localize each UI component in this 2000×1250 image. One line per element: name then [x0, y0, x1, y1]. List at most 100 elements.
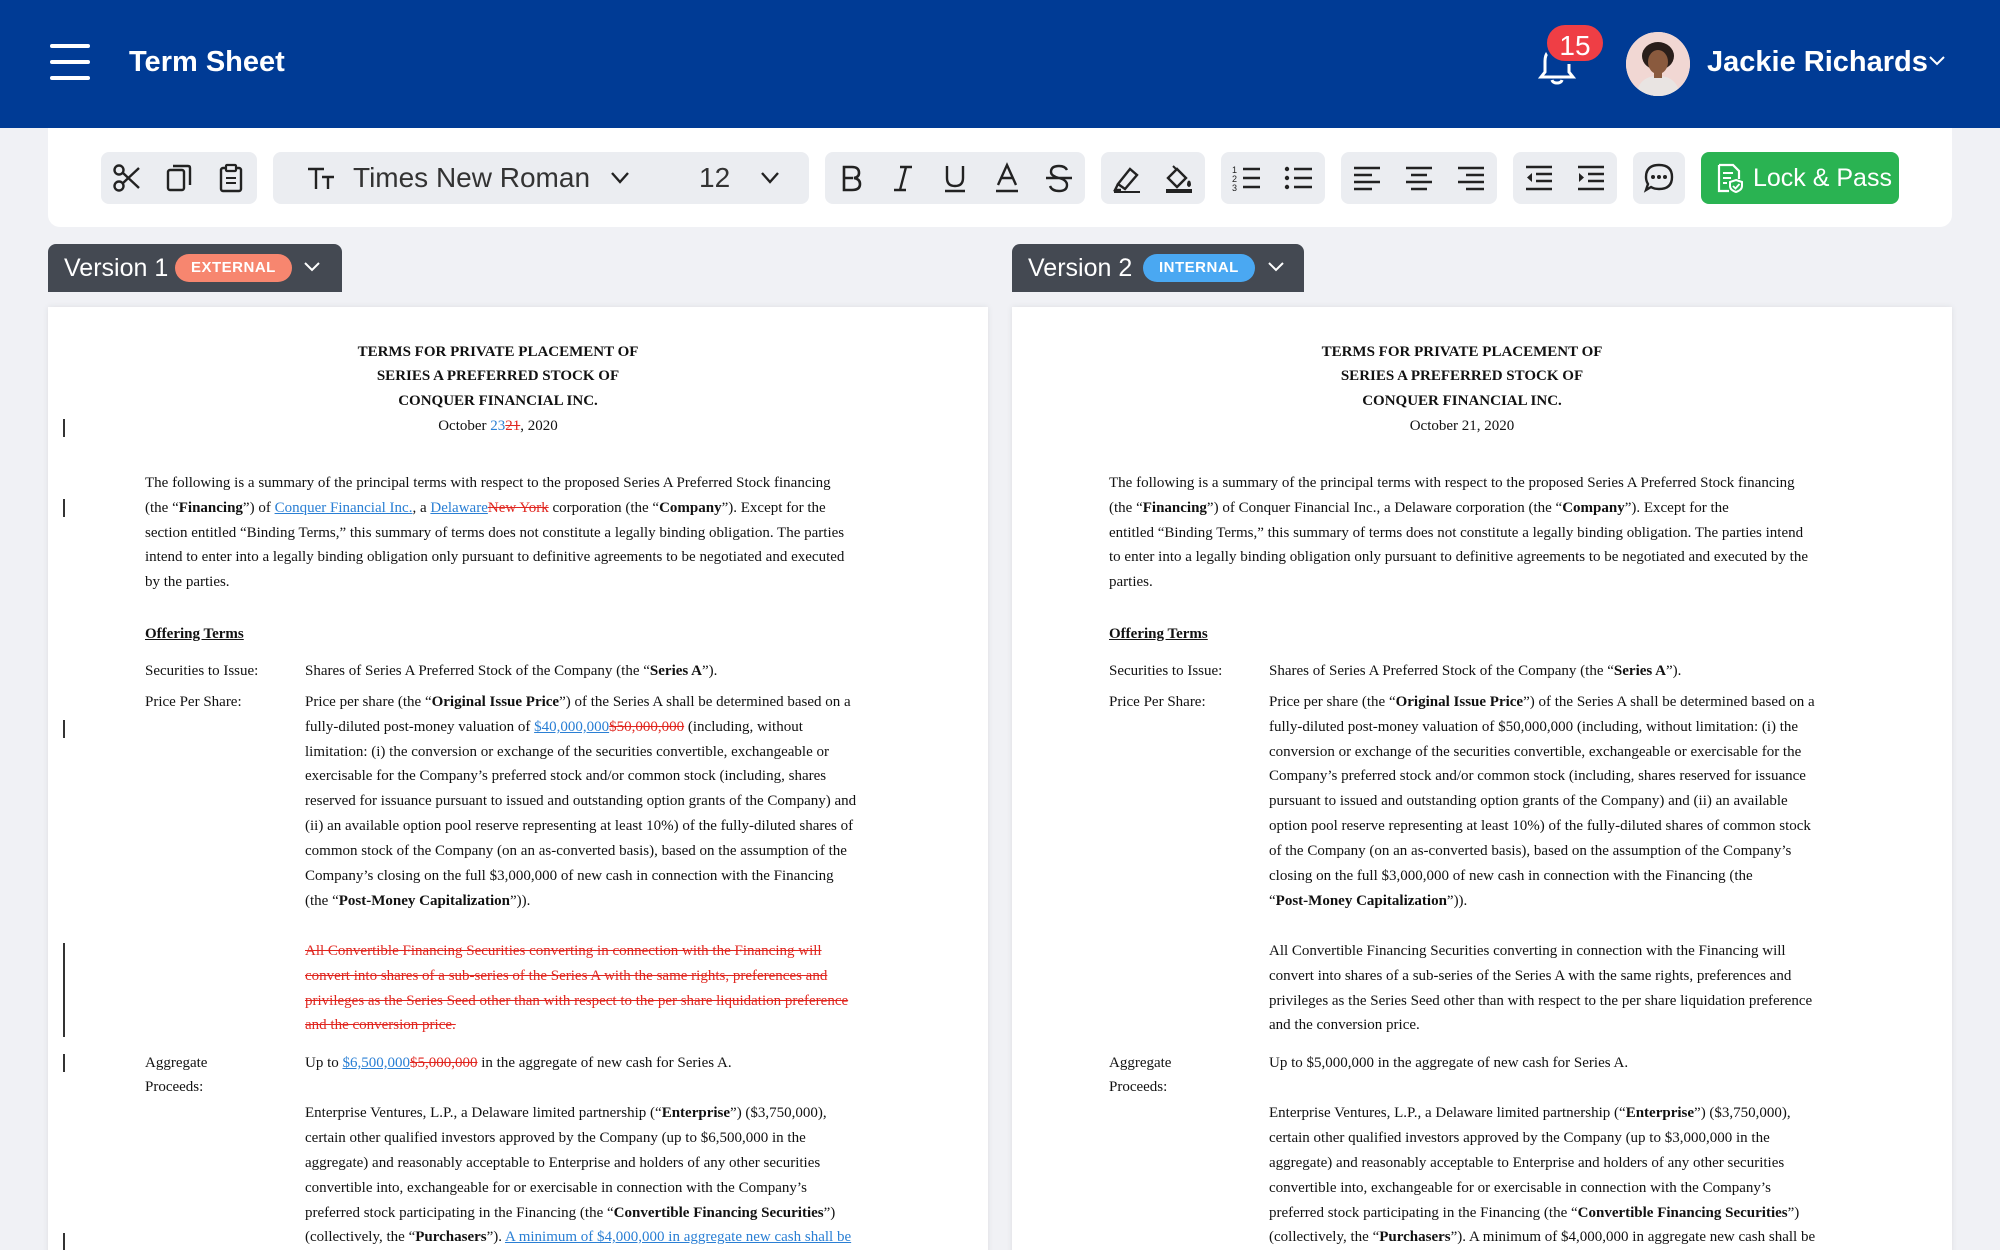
font-group: Times New Roman 12: [273, 152, 809, 204]
doc-date: October 2321, 2020: [438, 418, 558, 434]
change-bar: [63, 1054, 65, 1072]
scissors-icon[interactable]: [101, 152, 153, 204]
change-bar: [63, 499, 65, 517]
term-label: Securities to Issue:: [1109, 663, 1223, 679]
copy-icon[interactable]: [153, 152, 205, 204]
menu-icon[interactable]: [50, 44, 90, 80]
term-value: option pool reserve representing at leas…: [1269, 818, 1811, 834]
term-value: privileges as the Series Seed other than…: [1269, 993, 1813, 1009]
font-size-select[interactable]: 12: [699, 152, 730, 204]
term-value: “Post-Money Capitalization”)).: [1269, 893, 1468, 909]
paragraph-line: parties.: [1109, 574, 1153, 590]
bold-icon[interactable]: [825, 152, 877, 204]
lock-and-pass-button[interactable]: Lock & Pass: [1701, 152, 1899, 204]
bullet-list-icon[interactable]: [1273, 152, 1325, 204]
numbered-list-icon[interactable]: 123: [1221, 152, 1273, 204]
align-center-icon[interactable]: [1393, 152, 1445, 204]
chevron-down-icon[interactable]: [1267, 261, 1285, 273]
term-value: of the Company (on an as-converted basis…: [1269, 843, 1792, 859]
font-family-select[interactable]: Times New Roman: [353, 152, 590, 204]
term-value: fully-diluted post-money valuation of $5…: [1269, 719, 1799, 735]
user-name[interactable]: Jackie Richards: [1707, 46, 1928, 79]
term-label: Aggregate: [145, 1055, 208, 1071]
svg-text:3: 3: [1232, 183, 1237, 193]
comment-icon[interactable]: [1633, 152, 1685, 204]
version-1-tab[interactable]: Version 1 EXTERNAL: [48, 244, 342, 292]
change-bar: [63, 943, 65, 1037]
term-value: (ii) an available option pool reserve re…: [305, 818, 854, 834]
paragraph-line: (the “Financing”) of Conquer Financial I…: [1109, 500, 1729, 516]
term-value: Price per share (the “Original Issue Pri…: [305, 694, 851, 710]
term-value: and the conversion price.: [1269, 1017, 1420, 1033]
chevron-down-icon[interactable]: [303, 261, 321, 273]
document-version-2[interactable]: TERMS FOR PRIVATE PLACEMENT OF SERIES A …: [1012, 307, 1952, 1250]
paragraph-line: by the parties.: [145, 574, 230, 590]
change-bar: [63, 1233, 65, 1250]
font-color-icon[interactable]: [981, 152, 1033, 204]
term-value: preferred stock participating in the Fin…: [1269, 1205, 1800, 1221]
term-value: common stock of the Company (on an as-co…: [305, 843, 847, 859]
italic-icon[interactable]: [877, 152, 929, 204]
term-value: aggregate) and reasonably acceptable to …: [1269, 1155, 1785, 1171]
term-value: Shares of Series A Preferred Stock of th…: [305, 663, 718, 679]
deleted-text: privileges as the Series Seed other than…: [305, 993, 849, 1009]
term-value: Up to $6,500,000$5,000,000 in the aggreg…: [305, 1055, 732, 1071]
document-version-1[interactable]: TERMS FOR PRIVATE PLACEMENT OF SERIES A …: [48, 307, 988, 1250]
highlighter-icon[interactable]: [1101, 152, 1153, 204]
deleted-text: All Convertible Financing Securities con…: [305, 943, 822, 959]
term-value: certain other qualified investors approv…: [305, 1130, 806, 1146]
indent-icon[interactable]: [1565, 152, 1617, 204]
term-label: Securities to Issue:: [145, 663, 259, 679]
doc-title-line: CONQUER FINANCIAL INC.: [1362, 393, 1562, 409]
paragraph-line: to enter into a legally binding obligati…: [1109, 549, 1808, 565]
term-value: (the “Post-Money Capitalization”)).: [305, 893, 531, 909]
avatar[interactable]: [1626, 32, 1690, 96]
term-value: aggregate) and reasonably acceptable to …: [305, 1155, 821, 1171]
term-value: (collectively, the “Purchasers”). A mini…: [305, 1229, 852, 1245]
app-header: Term Sheet 15 Jackie Richards: [0, 0, 2000, 128]
term-value: All Convertible Financing Securities con…: [1269, 943, 1786, 959]
term-value: preferred stock participating in the Fin…: [305, 1205, 836, 1221]
doc-title-line: SERIES A PREFERRED STOCK OF: [376, 368, 620, 384]
strikethrough-icon[interactable]: [1033, 152, 1085, 204]
list-group: 123: [1221, 152, 1325, 204]
term-value: Up to $5,000,000 in the aggregate of new…: [1269, 1055, 1629, 1071]
comment-group: [1633, 152, 1685, 204]
term-value: Company’s preferred stock and/or common …: [1269, 768, 1806, 784]
external-badge: EXTERNAL: [175, 254, 292, 282]
chevron-down-icon[interactable]: [1928, 55, 1946, 67]
version-label: Version 1: [64, 254, 169, 282]
term-label: Aggregate: [1109, 1055, 1172, 1071]
version-2-tab[interactable]: Version 2 INTERNAL: [1012, 244, 1304, 292]
indent-group: [1513, 152, 1617, 204]
text-style-group: [825, 152, 1085, 204]
version-label: Version 2: [1028, 254, 1133, 282]
change-bar: [63, 720, 65, 738]
doc-date: October 21, 2020: [1409, 418, 1515, 434]
term-value: Enterprise Ventures, L.P., a Delaware li…: [305, 1105, 827, 1121]
paste-icon[interactable]: [205, 152, 257, 204]
term-value: (collectively, the “Purchasers”). A mini…: [1269, 1229, 1816, 1245]
term-label: Proceeds:: [145, 1079, 204, 1095]
chevron-down-icon[interactable]: [610, 171, 630, 185]
paragraph-line: intend to enter into a legally binding o…: [145, 549, 845, 565]
term-value: Shares of Series A Preferred Stock of th…: [1269, 663, 1682, 679]
term-value: fully-diluted post-money valuation of $4…: [305, 719, 803, 735]
doc-title-line: CONQUER FINANCIAL INC.: [398, 393, 598, 409]
fill-bucket-icon[interactable]: [1153, 152, 1205, 204]
term-value: pursuant to issued and outstanding optio…: [1269, 793, 1788, 809]
align-left-icon[interactable]: [1341, 152, 1393, 204]
lock-doc-icon: [1717, 163, 1743, 194]
align-right-icon[interactable]: [1445, 152, 1497, 204]
text-size-icon[interactable]: [295, 152, 347, 204]
outdent-icon[interactable]: [1513, 152, 1565, 204]
paragraph-line: section entitled “Binding Terms,” this s…: [145, 525, 845, 541]
lock-and-pass-label: Lock & Pass: [1753, 164, 1892, 192]
formatting-toolbar: Times New Roman 12 123 Lock & Pass: [48, 128, 1952, 227]
doc-title-line: TERMS FOR PRIVATE PLACEMENT OF: [1321, 344, 1603, 360]
page-title: Term Sheet: [129, 46, 285, 78]
chevron-down-icon[interactable]: [760, 171, 780, 185]
paragraph-line: The following is a summary of the princi…: [1109, 475, 1795, 491]
underline-icon[interactable]: [929, 152, 981, 204]
section-heading: Offering Terms: [145, 626, 244, 642]
